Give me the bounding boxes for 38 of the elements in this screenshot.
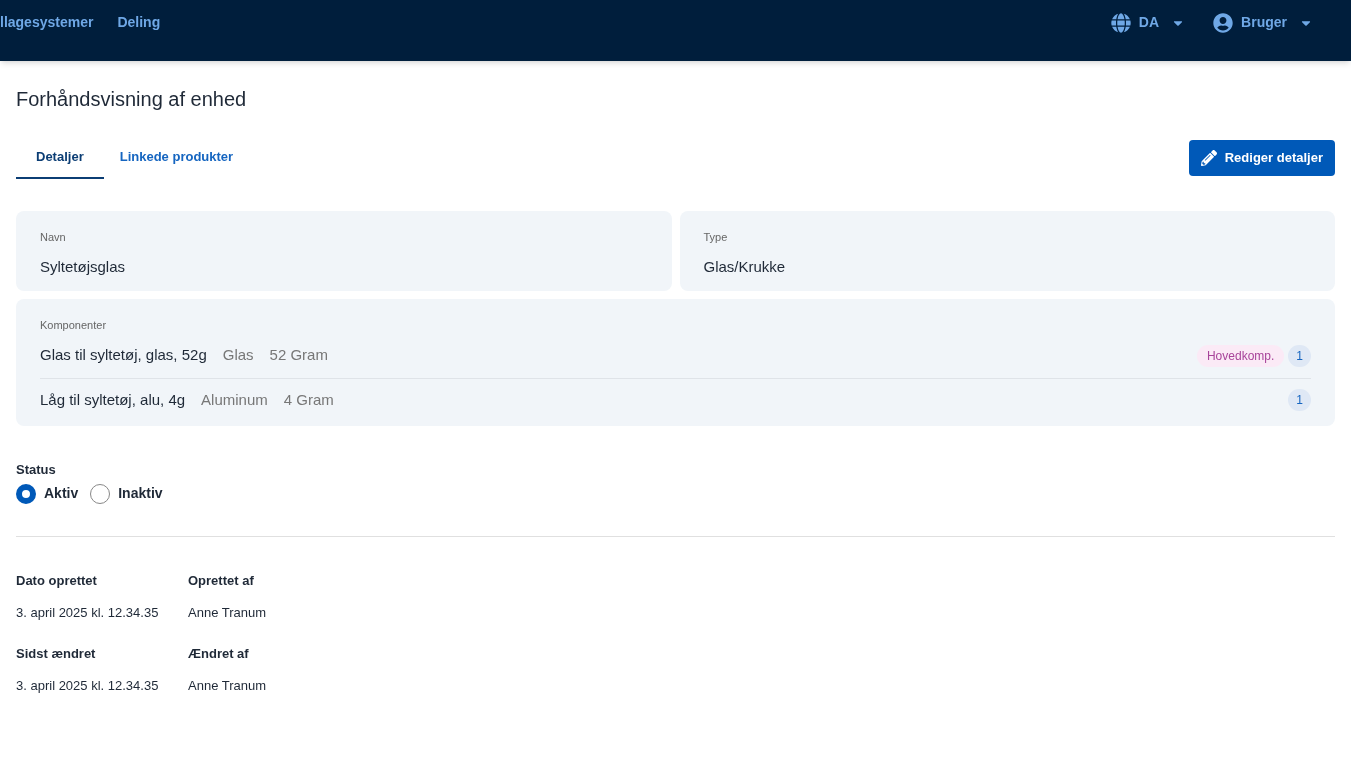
field-value: Syltetøjsglas: [40, 256, 127, 277]
globe-icon: [1110, 12, 1131, 33]
count-badge: 1: [1288, 344, 1311, 367]
page-title: Forhåndsvisning af enhed: [16, 87, 248, 111]
status-label: Status: [16, 460, 57, 479]
component-name: Låg til syltetøj, alu, 4g: [40, 389, 186, 410]
status-radio[interactable]: Inaktiv: [90, 483, 163, 504]
meta-label: Oprettet af: [188, 572, 255, 590]
nav-link[interactable]: llagesystemer: [0, 12, 94, 33]
pencil-icon: [1200, 150, 1217, 166]
radio-unselected-icon: [90, 483, 111, 504]
main-component-tag: Hovedkomp.: [1196, 344, 1285, 367]
field-label: Navn: [40, 230, 67, 245]
component-name: Glas til syltetøj, glas, 52g: [40, 345, 207, 366]
meta-value: Anne Tranum: [188, 676, 268, 695]
component-material: Aluminum: [201, 389, 268, 410]
meta-value: 3. april 2025 kl. 12.34.35: [16, 676, 160, 695]
meta-value: Anne Tranum: [188, 603, 268, 622]
radio-selected-icon: [16, 483, 36, 504]
language-menu[interactable]: DA: [1110, 12, 1186, 33]
meta-label: Sidst ændret: [16, 645, 97, 663]
field-label: Type: [703, 230, 729, 245]
edit-details-button[interactable]: Rediger detaljer: [1188, 140, 1335, 176]
component-material: Glas: [222, 345, 254, 366]
status-radio[interactable]: Aktiv: [16, 483, 79, 504]
meta-label: Dato oprettet: [16, 572, 98, 590]
count-badge: 1: [1288, 389, 1311, 411]
meta-label: Ændret af: [188, 645, 250, 663]
tab[interactable]: Detaljer: [16, 137, 104, 179]
component-weight: 52 Gram: [269, 345, 328, 366]
meta-value: 3. april 2025 kl. 12.34.35: [16, 603, 160, 622]
user-menu[interactable]: Bruger: [1213, 12, 1313, 33]
nav-link[interactable]: Deling: [117, 12, 161, 33]
component-weight: 4 Gram: [283, 389, 334, 410]
field-value: Glas/Krukke: [703, 256, 787, 277]
tab[interactable]: Linkede produkter: [103, 137, 250, 179]
components-label: Komponenter: [40, 318, 108, 333]
user-avatar-icon: [1213, 12, 1234, 33]
